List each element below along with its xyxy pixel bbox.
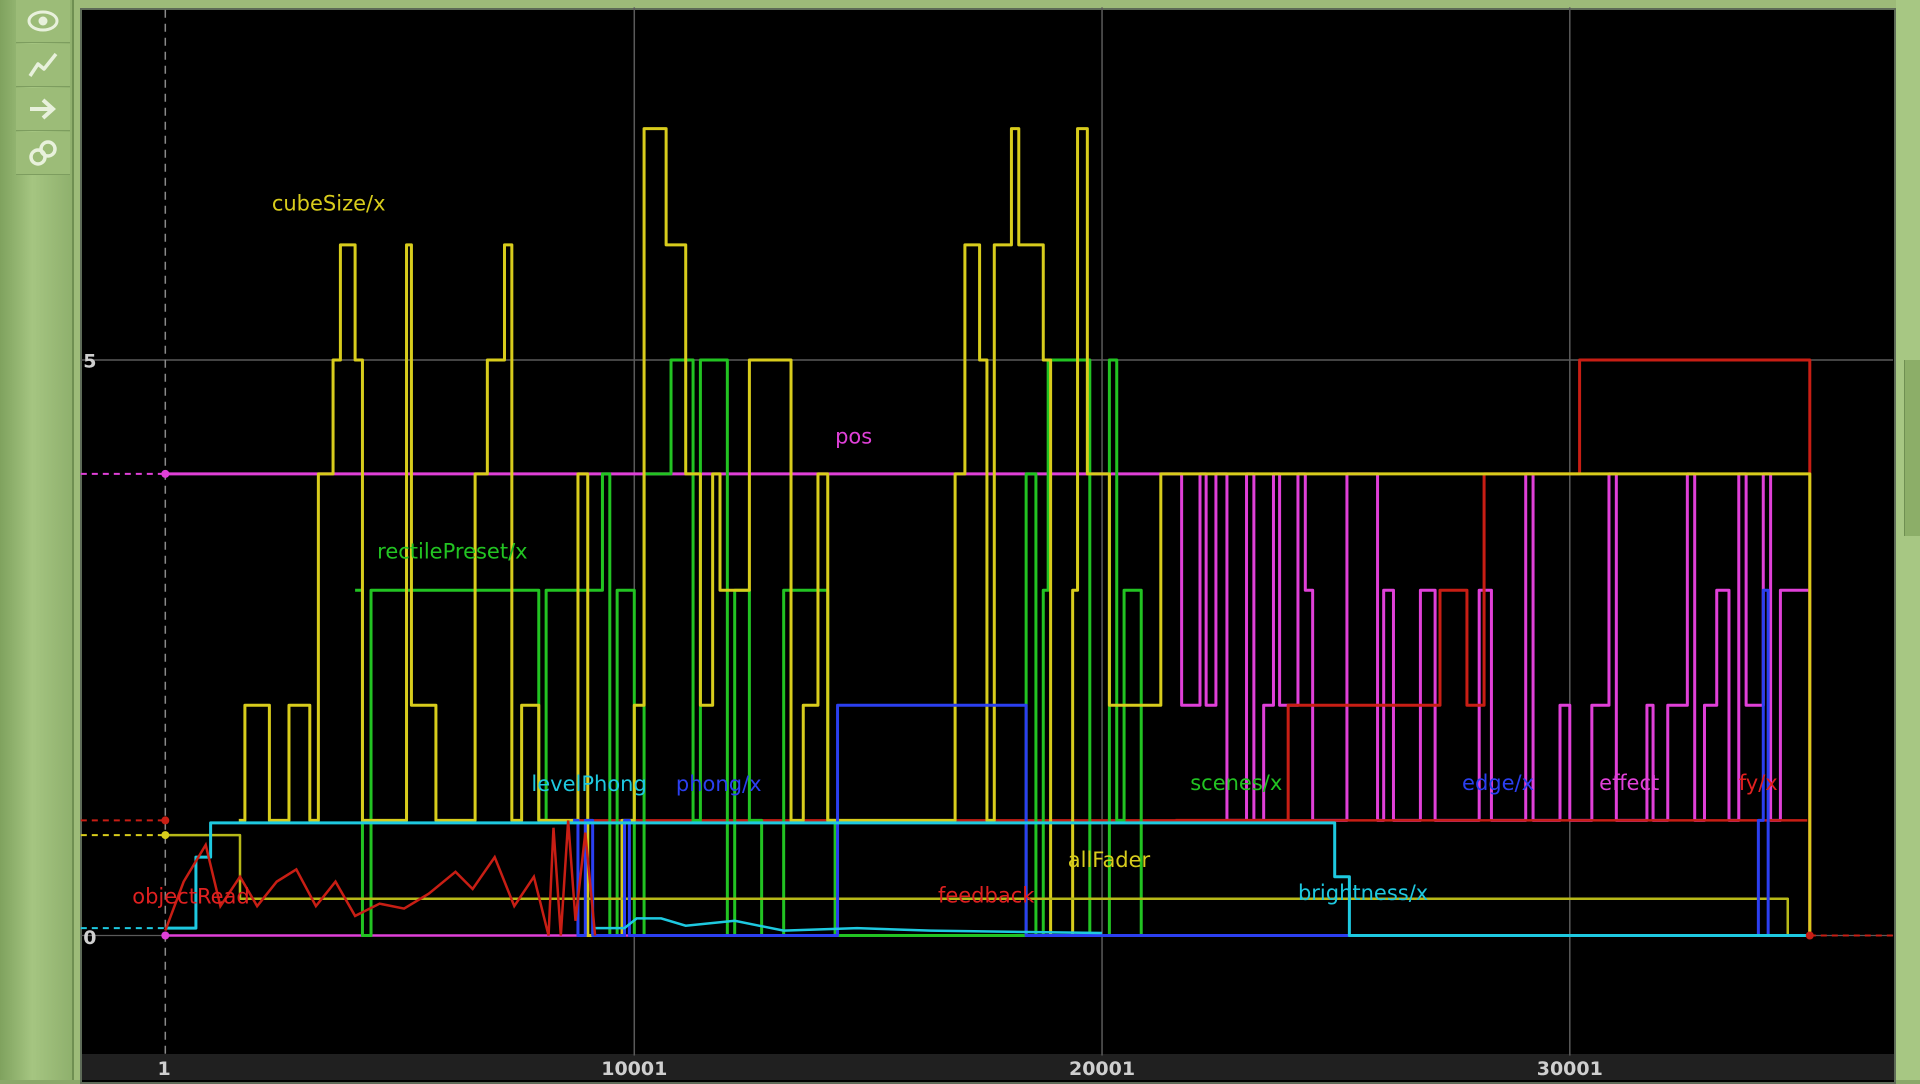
object-read-curve bbox=[164, 820, 597, 936]
curve-label: allFader bbox=[1068, 848, 1151, 872]
key-point bbox=[1805, 931, 1814, 940]
curve-label: phong/x bbox=[676, 772, 762, 796]
curve-label: cubeSize/x bbox=[272, 192, 386, 216]
key-point bbox=[161, 831, 170, 840]
x-tick-label: 30001 bbox=[1537, 1058, 1603, 1080]
curve-label: rectilePreset/x bbox=[377, 539, 527, 563]
curve-label: pos bbox=[835, 424, 872, 448]
x-tick-label: 10001 bbox=[601, 1058, 667, 1080]
graph-editor-window: 1 10001 20001 30001 5 0 cubeSize/x pos rectilePr… bbox=[0, 0, 1920, 1084]
x-tick-label: 20001 bbox=[1069, 1058, 1135, 1080]
curve-label: fy/x bbox=[1739, 771, 1778, 795]
phong-curve bbox=[573, 588, 1770, 938]
curve-label: edge/x bbox=[1462, 771, 1534, 795]
key-point bbox=[161, 816, 170, 825]
curve-label: objectRead bbox=[132, 885, 249, 909]
curve-label: effect bbox=[1599, 771, 1659, 795]
curve-label: levelPhong bbox=[531, 772, 646, 796]
key-point bbox=[161, 469, 170, 478]
cube-size-curve bbox=[238, 127, 1812, 938]
curve-label: scenes/x bbox=[1190, 771, 1282, 795]
y-tick-label: 5 bbox=[83, 350, 96, 372]
curve-label: brightness/x bbox=[1298, 881, 1428, 905]
curve-label: feedback bbox=[938, 883, 1035, 907]
key-point bbox=[161, 931, 170, 940]
y-tick-label: 0 bbox=[83, 927, 96, 949]
brightness-curve bbox=[165, 821, 1808, 938]
graph-plot[interactable]: 1 10001 20001 30001 5 0 cubeSize/x pos rectilePr… bbox=[0, 0, 1920, 1080]
x-tick-label: 1 bbox=[157, 1058, 170, 1080]
